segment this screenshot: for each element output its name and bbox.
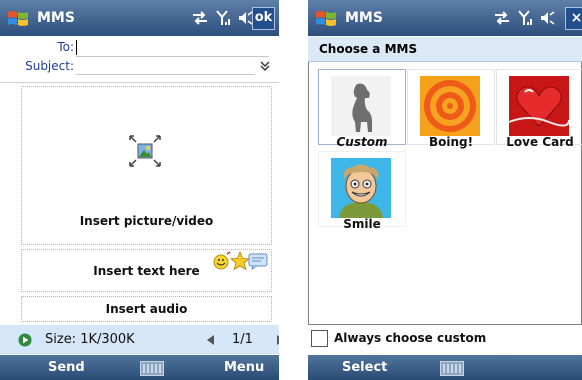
text-message-icon[interactable] (248, 253, 268, 270)
compose-screen: MMS ok To: Subject: Insert picture/video… (0, 0, 279, 380)
insert-text-area[interactable]: Insert text here (21, 249, 272, 292)
status-icons (494, 9, 556, 27)
next-slide-icon[interactable] (276, 334, 279, 346)
insert-audio-label: Insert audio (105, 302, 188, 316)
insert-picture-icon (129, 135, 161, 167)
concentric-circles-icon (420, 76, 480, 136)
menu-softkey[interactable]: Menu (224, 360, 264, 375)
template-label-boing: Boing! (428, 135, 474, 149)
soft-key-bar: Send Menu (0, 355, 279, 380)
speaker-volume-icon (541, 11, 555, 25)
previous-slide-icon[interactable] (205, 334, 215, 346)
windows-start-icon[interactable] (6, 8, 30, 28)
title-bar: MMS × (308, 0, 582, 36)
ok-button[interactable]: ok (252, 7, 275, 30)
sync-arrows-icon (495, 11, 509, 25)
close-button[interactable]: × (565, 7, 582, 30)
header-divider (0, 82, 279, 83)
template-gallery: Custom Boing! Love Card Smile (308, 62, 582, 325)
keyboard-icon[interactable] (140, 361, 164, 376)
template-label-love-card: Love Card (506, 135, 574, 149)
keyboard-icon[interactable] (440, 361, 464, 376)
soft-key-bar: Select (308, 355, 582, 380)
app-title: MMS (37, 10, 75, 26)
template-tile-love-card[interactable] (496, 69, 582, 145)
sync-arrows-icon (193, 11, 207, 25)
dog-silhouette-icon (331, 76, 391, 136)
to-label: To: (57, 40, 74, 54)
text-cursor (76, 40, 77, 55)
template-tile-custom[interactable] (318, 69, 406, 145)
message-status-bar: Size: 1K/300K 1/1 (0, 325, 279, 354)
template-label-smile: Smile (343, 217, 381, 231)
app-title: MMS (345, 10, 383, 26)
emoticon-icon[interactable] (212, 251, 232, 271)
smiling-face-icon (331, 158, 391, 218)
insert-picture-area[interactable]: Insert picture/video (21, 86, 272, 245)
always-custom-label: Always choose custom (334, 331, 487, 345)
select-softkey[interactable]: Select (342, 360, 387, 375)
subject-label: Subject: (25, 59, 74, 73)
send-softkey[interactable]: Send (48, 360, 85, 375)
template-tile-boing[interactable] (407, 69, 495, 145)
signal-strength-icon (518, 10, 532, 25)
always-custom-row[interactable]: Always choose custom (308, 328, 582, 352)
status-icons (192, 9, 254, 27)
signal-strength-icon (216, 10, 230, 25)
template-label-custom: Custom (336, 135, 388, 149)
insert-picture-label: Insert picture/video (79, 214, 214, 228)
message-size: Size: 1K/300K (45, 332, 135, 347)
heart-icon (509, 76, 569, 136)
expand-fields-chevron-icon[interactable] (260, 61, 270, 71)
insert-audio-area[interactable]: Insert audio (21, 296, 272, 322)
choose-mms-screen: MMS × Choose a MMS Custom Boing! Love Ca… (308, 0, 582, 380)
play-icon[interactable] (18, 333, 32, 347)
always-custom-checkbox[interactable] (311, 330, 328, 347)
star-icon[interactable] (230, 251, 250, 271)
slide-counter: 1/1 (232, 332, 253, 347)
title-bar: MMS ok (0, 0, 279, 36)
template-tile-smile[interactable] (318, 151, 406, 227)
choose-mms-header: Choose a MMS (308, 37, 582, 62)
windows-start-icon[interactable] (314, 8, 338, 28)
to-input-underline (76, 56, 269, 57)
subject-input-underline (76, 74, 255, 75)
